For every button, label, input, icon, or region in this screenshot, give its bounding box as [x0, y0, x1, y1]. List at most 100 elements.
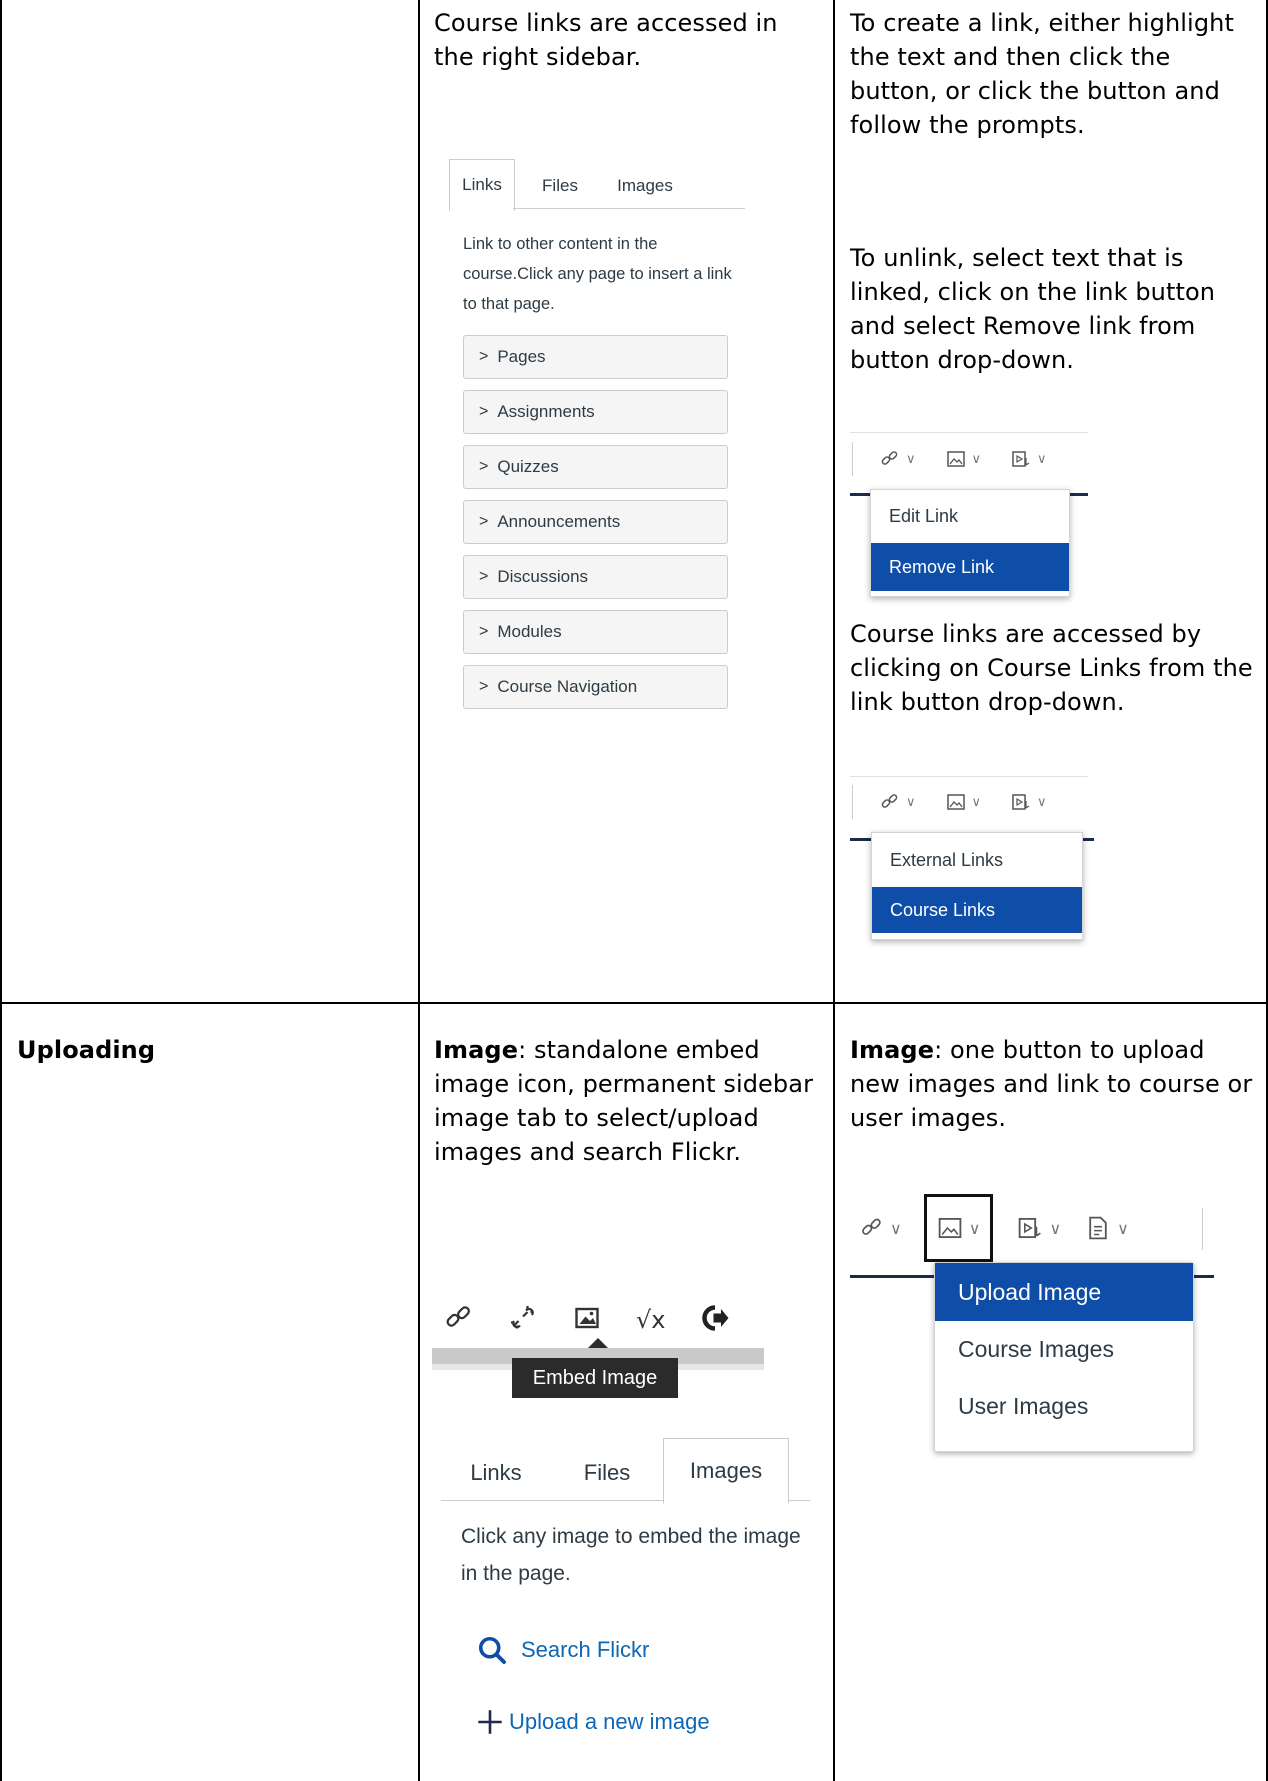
square-root-icon: √x [636, 1306, 666, 1334]
rce-toolbar-2: ∨ ∨ ∨ [880, 787, 1047, 817]
row-title-uploading: Uploading [17, 1036, 156, 1064]
link-button[interactable] [444, 1303, 474, 1337]
image-icon [575, 1307, 599, 1329]
link-category-announcements[interactable]: > Announcements [463, 500, 728, 544]
link-icon [862, 1218, 881, 1235]
link-category-quizzes[interactable]: > Quizzes [463, 445, 728, 489]
column-divider-2 [833, 0, 835, 1781]
images-sidebar: Links Files Images Click any image to em… [441, 1434, 811, 1774]
chevron-down-icon: ∨ [906, 451, 916, 467]
media-icon [1012, 794, 1030, 810]
tabs-underline-right [788, 1500, 810, 1501]
chevron-right-icon: > [479, 513, 489, 530]
link-icon [881, 451, 898, 465]
media-icon [1012, 451, 1030, 467]
toolbar-top-rule [850, 432, 1088, 433]
tab-images[interactable]: Images [663, 1438, 789, 1504]
chevron-down-icon: ∨ [1049, 1218, 1062, 1238]
image-button-highlighted[interactable]: ∨ [923, 1194, 994, 1262]
media-button[interactable]: ∨ [1017, 1215, 1061, 1241]
links-sidebar: Links Files Images Link to other content… [449, 157, 749, 717]
images-sidebar-tabs: Links Files Images [441, 1434, 789, 1504]
chevron-right-icon: > [479, 348, 489, 365]
image-button[interactable]: ∨ [946, 449, 982, 469]
rce-toolbar-1: ∨ ∨ ∨ [880, 444, 1047, 474]
tab-images[interactable]: Images [605, 161, 685, 211]
menu-item-remove-link[interactable]: Remove Link [871, 543, 1069, 591]
plus-icon [478, 1710, 502, 1734]
link-category-assignments[interactable]: > Assignments [463, 390, 728, 434]
unlink-icon [511, 1306, 534, 1329]
create-link-text: To create a link, either highlight the t… [850, 9, 1234, 139]
tabs-underline-left [441, 1500, 663, 1501]
media-button[interactable]: ∨ [1011, 449, 1047, 469]
image-icon [946, 794, 965, 810]
course-links-text: Course links are accessed by clicking on… [850, 620, 1253, 716]
tab-links[interactable]: Links [441, 1442, 551, 1504]
media-button[interactable]: ∨ [1011, 792, 1047, 812]
document-button[interactable]: ∨ [1085, 1215, 1129, 1241]
legacy-editor-toolbar: √x [444, 1302, 730, 1338]
chevron-down-icon: ∨ [1117, 1218, 1129, 1238]
image-icon [938, 1217, 962, 1239]
image-sidebar-text: Image: standalone embed image icon, perm… [434, 1036, 814, 1166]
link-dropdown-menu: Edit Link Remove Link [870, 489, 1070, 597]
link-category-modules[interactable]: > Modules [463, 610, 728, 654]
menu-item-external-links[interactable]: External Links [872, 833, 1082, 887]
images-sidebar-description: Click any image to embed the image in th… [461, 1525, 801, 1585]
tab-files[interactable]: Files [515, 161, 605, 211]
menu-item-user-images[interactable]: User Images [935, 1377, 1193, 1435]
chevron-down-icon: ∨ [890, 1218, 902, 1238]
tab-links[interactable]: Links [449, 159, 515, 211]
link-category-course-navigation[interactable]: > Course Navigation [463, 665, 728, 709]
column-divider-1 [418, 0, 420, 1781]
unlink-button[interactable] [508, 1303, 538, 1337]
image-dropdown-menu: Upload Image Course Images User Images [934, 1262, 1194, 1452]
arrow-right-icon [701, 1305, 728, 1331]
chevron-right-icon: > [479, 568, 489, 585]
link-category-pages[interactable]: > Pages [463, 335, 728, 379]
toolbar-separator [1202, 1208, 1203, 1250]
chevron-down-icon: ∨ [971, 451, 982, 467]
link-button[interactable]: ∨ [880, 449, 916, 469]
equation-button[interactable]: √x [636, 1306, 666, 1334]
menu-item-upload-image[interactable]: Upload Image [935, 1263, 1193, 1321]
chevron-right-icon: > [479, 458, 489, 475]
embed-image-button[interactable] [572, 1303, 602, 1337]
menu-item-course-images[interactable]: Course Images [935, 1321, 1193, 1377]
chevron-right-icon: > [479, 678, 489, 695]
tooltip-arrow [588, 1338, 608, 1348]
link-dropdown-menu-course: External Links Course Links [871, 832, 1083, 940]
table-border-left [0, 0, 2, 1781]
chevron-down-icon: ∨ [971, 794, 982, 810]
link-icon [446, 1306, 470, 1327]
links-sidebar-text: Course links are accessed in the right s… [434, 9, 778, 71]
chevron-right-icon: > [479, 623, 489, 640]
menu-item-course-links[interactable]: Course Links [872, 887, 1082, 933]
image-button-text: Image: one button to upload new images a… [850, 1036, 1253, 1132]
search-flickr-link[interactable]: Search Flickr [477, 1630, 649, 1670]
tabs-underline [513, 208, 745, 209]
image-label: Image [850, 1036, 935, 1064]
image-icon [946, 451, 965, 467]
link-category-discussions[interactable]: > Discussions [463, 555, 728, 599]
chevron-right-icon: > [479, 403, 489, 420]
menu-item-edit-link[interactable]: Edit Link [871, 490, 1069, 543]
link-icon [881, 794, 898, 808]
link-button[interactable]: ∨ [860, 1216, 902, 1240]
image-button[interactable]: ∨ [946, 792, 982, 812]
search-icon [478, 1636, 506, 1664]
link-button[interactable]: ∨ [880, 792, 916, 812]
tab-files[interactable]: Files [551, 1442, 663, 1504]
chevron-down-icon: ∨ [906, 794, 916, 810]
image-label: Image [434, 1036, 519, 1064]
media-icon [1019, 1217, 1042, 1239]
links-sidebar-description: Link to other content in the course.Clic… [463, 235, 732, 313]
embed-image-tooltip: Embed Image [512, 1358, 678, 1398]
upload-new-image-link[interactable]: Upload a new image [477, 1702, 710, 1742]
toolbar-top-rule [850, 776, 1088, 777]
toolbar-separator [852, 442, 853, 476]
document-icon [1089, 1216, 1107, 1240]
links-sidebar-tabs: Links Files Images [449, 157, 685, 211]
external-tool-button[interactable] [700, 1303, 730, 1337]
